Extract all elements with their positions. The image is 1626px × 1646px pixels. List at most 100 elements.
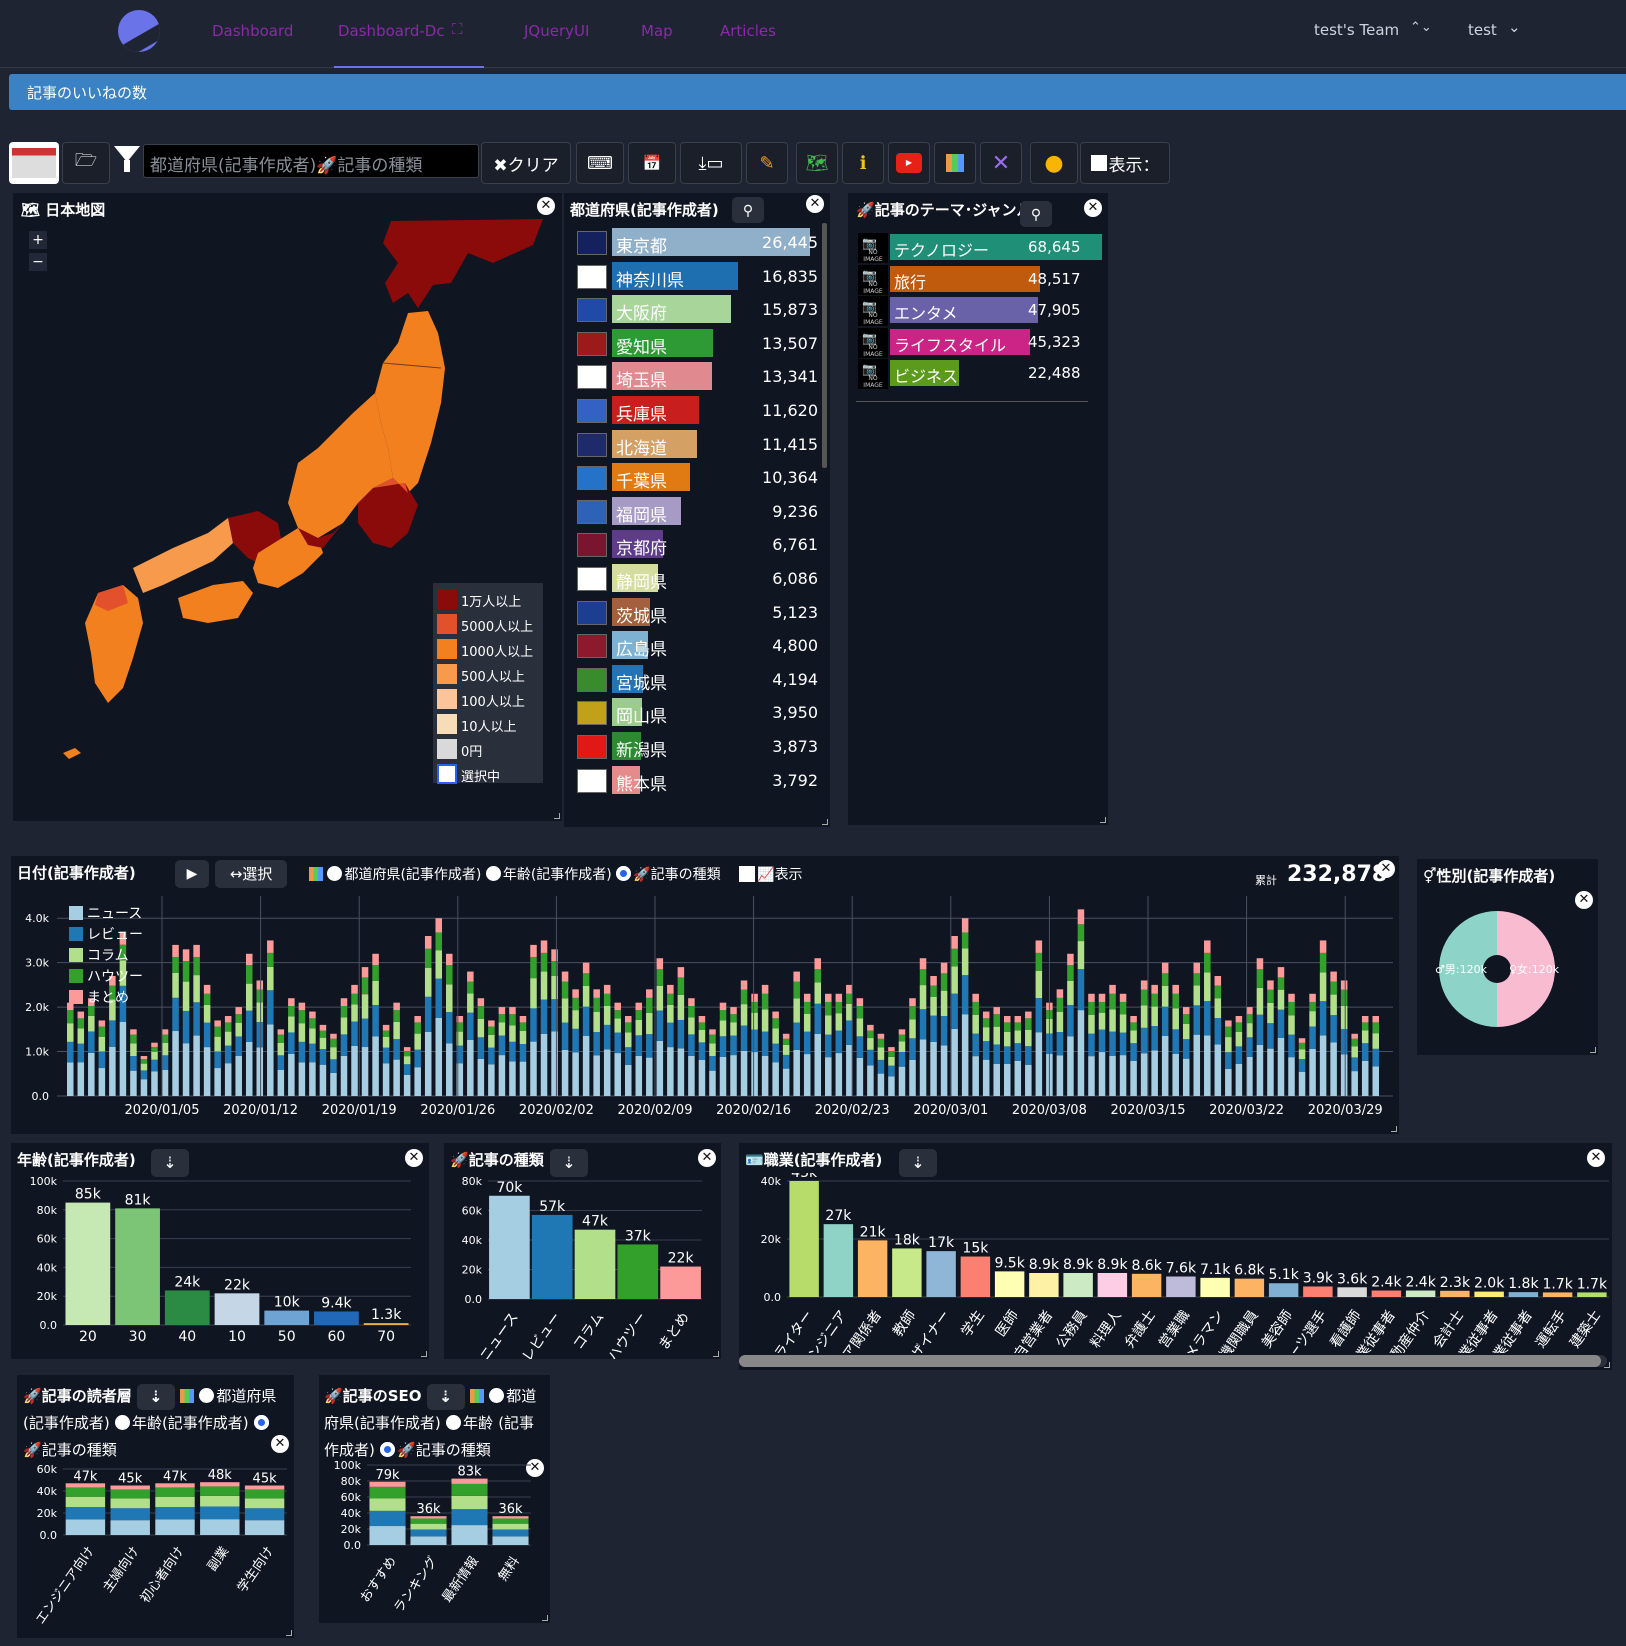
bar-segment[interactable]	[451, 1525, 488, 1545]
timeline-bar-segment[interactable]	[214, 1068, 221, 1096]
timeline-bar-segment[interactable]	[825, 1057, 832, 1096]
timeline-bar-segment[interactable]	[235, 1056, 242, 1096]
timeline-bar-segment[interactable]	[740, 989, 748, 1005]
timeline-bar-segment[interactable]	[446, 984, 453, 1013]
timeline-bar-segment[interactable]	[635, 1055, 643, 1096]
bar[interactable]	[1303, 1286, 1333, 1297]
timeline-bar-segment[interactable]	[467, 1012, 474, 1040]
timeline-bar-segment[interactable]	[572, 1052, 579, 1096]
timeline-bar-segment[interactable]	[624, 1032, 632, 1048]
timeline-bar-segment[interactable]	[340, 998, 348, 1007]
resize-handle[interactable]	[713, 1351, 719, 1357]
timeline-bar-segment[interactable]	[140, 1056, 148, 1060]
resize-handle[interactable]	[554, 813, 560, 819]
timeline-bar-segment[interactable]	[1351, 1033, 1358, 1039]
region-okinawa[interactable]	[63, 748, 81, 759]
timeline-bar-segment[interactable]	[709, 1070, 716, 1096]
timeline-bar-segment[interactable]	[1319, 1035, 1327, 1096]
timeline-bar-segment[interactable]	[1130, 1030, 1137, 1044]
timeline-bar-segment[interactable]	[193, 1002, 200, 1036]
timeline-bar-segment[interactable]	[909, 1059, 916, 1096]
timeline-bar-segment[interactable]	[1067, 1004, 1074, 1037]
timeline-bar-segment[interactable]	[688, 1055, 695, 1096]
timeline-bar-segment[interactable]	[540, 1033, 548, 1096]
timeline-bar-segment[interactable]	[940, 990, 948, 1016]
bar-segment[interactable]	[200, 1519, 240, 1535]
timeline-bar-segment[interactable]	[593, 989, 600, 998]
bar[interactable]	[617, 1244, 659, 1299]
timeline-bar-segment[interactable]	[446, 953, 453, 966]
timeline-bar-segment[interactable]	[561, 998, 569, 1023]
timeline-bar-segment[interactable]	[561, 971, 569, 982]
timeline-bar-segment[interactable]	[214, 1051, 221, 1069]
close-icon[interactable]: ✕	[1377, 860, 1395, 878]
timeline-bar-segment[interactable]	[930, 997, 937, 1016]
calendar-icon[interactable]: 📅	[628, 142, 676, 184]
timeline-bar-segment[interactable]	[740, 1025, 748, 1051]
timeline-bar-segment[interactable]	[961, 932, 969, 949]
bar[interactable]	[363, 1323, 409, 1325]
timeline-bar-segment[interactable]	[77, 1043, 85, 1063]
timeline-bar-segment[interactable]	[245, 983, 253, 1011]
bar[interactable]	[65, 1202, 111, 1325]
timeline-bar-segment[interactable]	[172, 956, 179, 973]
timeline-bar-segment[interactable]	[88, 1015, 95, 1032]
timeline-bar-segment[interactable]	[572, 1010, 579, 1029]
timeline-bar-segment[interactable]	[867, 1024, 874, 1031]
timeline-bar-segment[interactable]	[488, 1064, 495, 1096]
timeline-bar-segment[interactable]	[1077, 1010, 1085, 1096]
timeline-bar-segment[interactable]	[782, 1068, 790, 1096]
timeline-bar-segment[interactable]	[477, 1006, 485, 1019]
timeline-bar-segment[interactable]	[1140, 1005, 1148, 1028]
timeline-bar-segment[interactable]	[1056, 989, 1064, 998]
timeline-bar-segment[interactable]	[751, 1052, 758, 1096]
timeline-bar-segment[interactable]	[1372, 1048, 1379, 1067]
timeline-bar-segment[interactable]	[561, 981, 569, 999]
timeline-bar-segment[interactable]	[393, 1059, 400, 1096]
prefecture-row[interactable]: 神奈川県 16,835	[564, 261, 822, 291]
timeline-bar-segment[interactable]	[993, 1064, 1000, 1096]
timeline-bar-segment[interactable]	[835, 1013, 843, 1031]
timeline-bar-segment[interactable]	[193, 975, 200, 1003]
timeline-bar-segment[interactable]	[1235, 1032, 1243, 1047]
prefecture-row[interactable]: 兵庫県 11,620	[564, 395, 822, 425]
timeline-bar-segment[interactable]	[1340, 980, 1348, 990]
timeline-bar-segment[interactable]	[1298, 1042, 1306, 1050]
timeline-bar-segment[interactable]	[1098, 1029, 1106, 1053]
chevron-down-icon[interactable]: ⌄	[1508, 18, 1521, 36]
close-x-icon[interactable]: ✕	[980, 142, 1022, 184]
timeline-bar-segment[interactable]	[172, 944, 179, 957]
timeline-bar-segment[interactable]	[1130, 1060, 1137, 1096]
timeline-bar-segment[interactable]	[414, 1016, 421, 1023]
timeline-bar-segment[interactable]	[667, 993, 674, 1005]
timeline-bar-segment[interactable]	[751, 1012, 758, 1030]
timeline-bar-segment[interactable]	[719, 1036, 727, 1057]
timeline-bar-segment[interactable]	[1088, 1014, 1095, 1034]
bar[interactable]	[164, 1290, 210, 1325]
timeline-bar-segment[interactable]	[1193, 985, 1201, 1006]
timeline-bar-segment[interactable]	[1077, 909, 1085, 925]
timeline-bar-segment[interactable]	[235, 1022, 242, 1037]
timeline-bar-segment[interactable]	[677, 977, 685, 995]
timeline-bar-segment[interactable]	[1025, 1018, 1032, 1030]
timeline-bar-segment[interactable]	[77, 1018, 85, 1029]
timeline-bar-segment[interactable]	[256, 1022, 264, 1048]
radio-age[interactable]	[114, 1415, 130, 1430]
youtube-icon[interactable]: ▶	[888, 142, 930, 184]
timeline-bar-segment[interactable]	[140, 1063, 148, 1071]
timeline-bar-segment[interactable]	[288, 1016, 295, 1033]
timeline-bar-segment[interactable]	[67, 1023, 74, 1042]
timeline-bar-segment[interactable]	[1088, 1033, 1095, 1057]
timeline-bar-segment[interactable]	[130, 1034, 137, 1044]
resize-handle[interactable]	[1590, 1047, 1596, 1053]
timeline-bar-segment[interactable]	[772, 1018, 779, 1029]
timeline-bar-segment[interactable]	[1330, 994, 1337, 1016]
timeline-bar-segment[interactable]	[1225, 1026, 1232, 1038]
timeline-bar-segment[interactable]	[277, 1055, 285, 1070]
timeline-bar-segment[interactable]	[1098, 1052, 1106, 1096]
timeline-bar-segment[interactable]	[1088, 1001, 1095, 1015]
timeline-bar-segment[interactable]	[930, 976, 937, 986]
timeline-bar-segment[interactable]	[1172, 1053, 1179, 1096]
kind-chart[interactable]: 0.0 20k 40k 60k 80k 70k ニュース 57k レビュー 47k コラム 37k ハウ…	[444, 1173, 721, 1359]
timeline-bar-segment[interactable]	[1035, 970, 1043, 998]
